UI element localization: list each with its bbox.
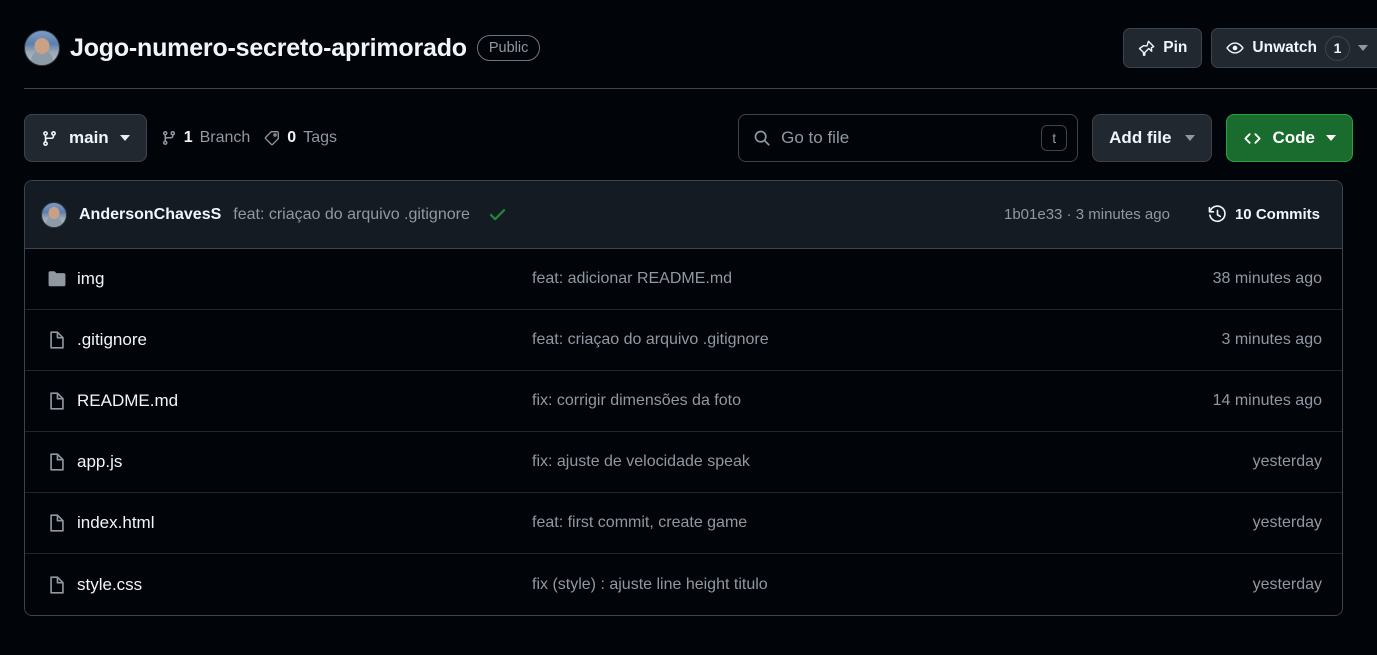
- table-row[interactable]: app.js fix: ajuste de velocidade speak yes…: [25, 432, 1342, 493]
- visibility-badge: Public: [476, 35, 541, 61]
- commit-message[interactable]: feat: criaçao do arquivo .gitignore: [233, 206, 470, 224]
- file-name-link[interactable]: app.js: [77, 452, 532, 472]
- chevron-down-icon: [1184, 135, 1195, 141]
- repo-toolbar: main 1 Branch 0 Tags Go to file t Add fi…: [0, 114, 1377, 162]
- file-name-link[interactable]: README.md: [77, 391, 532, 411]
- branch-count-label: Branch: [199, 129, 251, 146]
- history-icon: [1208, 205, 1227, 224]
- branch-count-link[interactable]: 1 Branch: [161, 129, 251, 147]
- search-icon: [753, 129, 771, 147]
- file-commit-time: yesterday: [1252, 453, 1322, 470]
- file-name-link[interactable]: .gitignore: [77, 330, 532, 350]
- watch-count: 1: [1325, 35, 1350, 61]
- eye-icon: [1226, 39, 1245, 57]
- header-actions: Pin Unwatch 1: [1123, 28, 1377, 68]
- table-row[interactable]: README.md fix: corrigir dimensões da foto…: [25, 371, 1342, 432]
- commits-count-link[interactable]: 10 Commits: [1208, 205, 1320, 224]
- file-commit-time: yesterday: [1252, 575, 1322, 593]
- commit-separator: ·: [1062, 206, 1076, 223]
- table-row[interactable]: style.css fix (style) : ajuste line heigh…: [25, 554, 1342, 615]
- file-commit-time: 14 minutes ago: [1212, 392, 1322, 409]
- file-commit-message[interactable]: feat: criaçao do arquivo .gitignore: [532, 331, 1221, 349]
- tag-icon: [264, 130, 280, 146]
- file-commit-time: 38 minutes ago: [1212, 270, 1322, 287]
- commits-count-label: 10 Commits: [1234, 206, 1320, 223]
- commit-relative-time: 3 minutes ago: [1075, 206, 1170, 223]
- file-icon: [41, 391, 77, 411]
- file-commit-message[interactable]: feat: first commit, create game: [532, 514, 1253, 532]
- go-to-file-search[interactable]: Go to file t: [738, 114, 1079, 162]
- file-table: AndersonChavesS feat: criaçao do arquivo…: [24, 180, 1343, 616]
- owner-avatar[interactable]: [24, 30, 60, 66]
- repo-header: Jogo-numero-secreto-aprimorado Public Pi…: [0, 0, 1377, 80]
- repo-title-group: Jogo-numero-secreto-aprimorado Public: [24, 30, 1123, 66]
- file-commit-message[interactable]: fix (style) : ajuste line height titulo: [532, 576, 1253, 594]
- commit-hash-time: 1b01e33 · 3 minutes ago: [1004, 206, 1170, 223]
- file-commit-message[interactable]: fix: corrigir dimensões da foto: [532, 392, 1213, 410]
- file-name-link[interactable]: img: [77, 269, 532, 289]
- folder-icon: [41, 269, 77, 289]
- page-title[interactable]: Jogo-numero-secreto-aprimorado: [70, 34, 467, 63]
- code-button[interactable]: Code: [1225, 114, 1353, 162]
- commit-hash[interactable]: 1b01e33: [1004, 206, 1062, 223]
- search-shortcut-key: t: [1041, 125, 1068, 151]
- code-icon: [1243, 129, 1262, 148]
- add-file-button[interactable]: Add file: [1092, 114, 1212, 162]
- table-row[interactable]: .gitignore feat: criaçao do arquivo .giti…: [25, 310, 1342, 371]
- branch-icon: [161, 130, 177, 146]
- commit-author-name[interactable]: AndersonChavesS: [79, 206, 221, 224]
- file-icon: [41, 513, 77, 533]
- search-input[interactable]: Go to file: [781, 128, 1031, 148]
- table-row[interactable]: index.html feat: first commit, create gam…: [25, 493, 1342, 554]
- file-name-link[interactable]: index.html: [77, 513, 532, 533]
- file-commit-message[interactable]: fix: ajuste de velocidade speak: [532, 453, 1253, 471]
- tag-count-value: 0: [287, 129, 297, 146]
- add-file-label: Add file: [1109, 128, 1172, 147]
- header-divider: [24, 88, 1377, 89]
- table-row[interactable]: img feat: adicionar README.md 38 minutes a…: [25, 249, 1342, 310]
- file-commit-message[interactable]: feat: adicionar README.md: [532, 270, 1213, 288]
- chevron-down-icon: [1326, 135, 1336, 141]
- branch-name-label: main: [69, 128, 109, 147]
- file-icon: [41, 452, 77, 472]
- tag-count-label: Tags: [303, 129, 337, 146]
- code-label: Code: [1272, 128, 1316, 147]
- commit-author-avatar[interactable]: [41, 201, 67, 228]
- unwatch-button[interactable]: Unwatch 1: [1211, 28, 1377, 68]
- file-row-list: img feat: adicionar README.md 38 minutes a…: [25, 249, 1342, 615]
- check-success-icon[interactable]: [488, 205, 507, 224]
- latest-commit-bar: AndersonChavesS feat: criaçao do arquivo…: [25, 181, 1342, 249]
- chevron-down-icon: [119, 135, 130, 141]
- tag-count-link[interactable]: 0 Tags: [264, 129, 337, 147]
- pin-label: Pin: [1163, 39, 1188, 56]
- file-icon: [41, 575, 77, 595]
- pin-button[interactable]: Pin: [1123, 28, 1203, 68]
- branch-selector-button[interactable]: main: [24, 114, 147, 162]
- chevron-down-icon[interactable]: [1358, 45, 1368, 51]
- branch-icon: [41, 130, 58, 147]
- unwatch-label: Unwatch: [1252, 39, 1317, 56]
- file-name-link[interactable]: style.css: [77, 575, 532, 595]
- file-commit-time: 3 minutes ago: [1221, 331, 1322, 348]
- file-icon: [41, 330, 77, 350]
- file-commit-time: yesterday: [1252, 514, 1322, 531]
- branch-count-value: 1: [183, 129, 193, 146]
- pin-icon: [1138, 40, 1155, 57]
